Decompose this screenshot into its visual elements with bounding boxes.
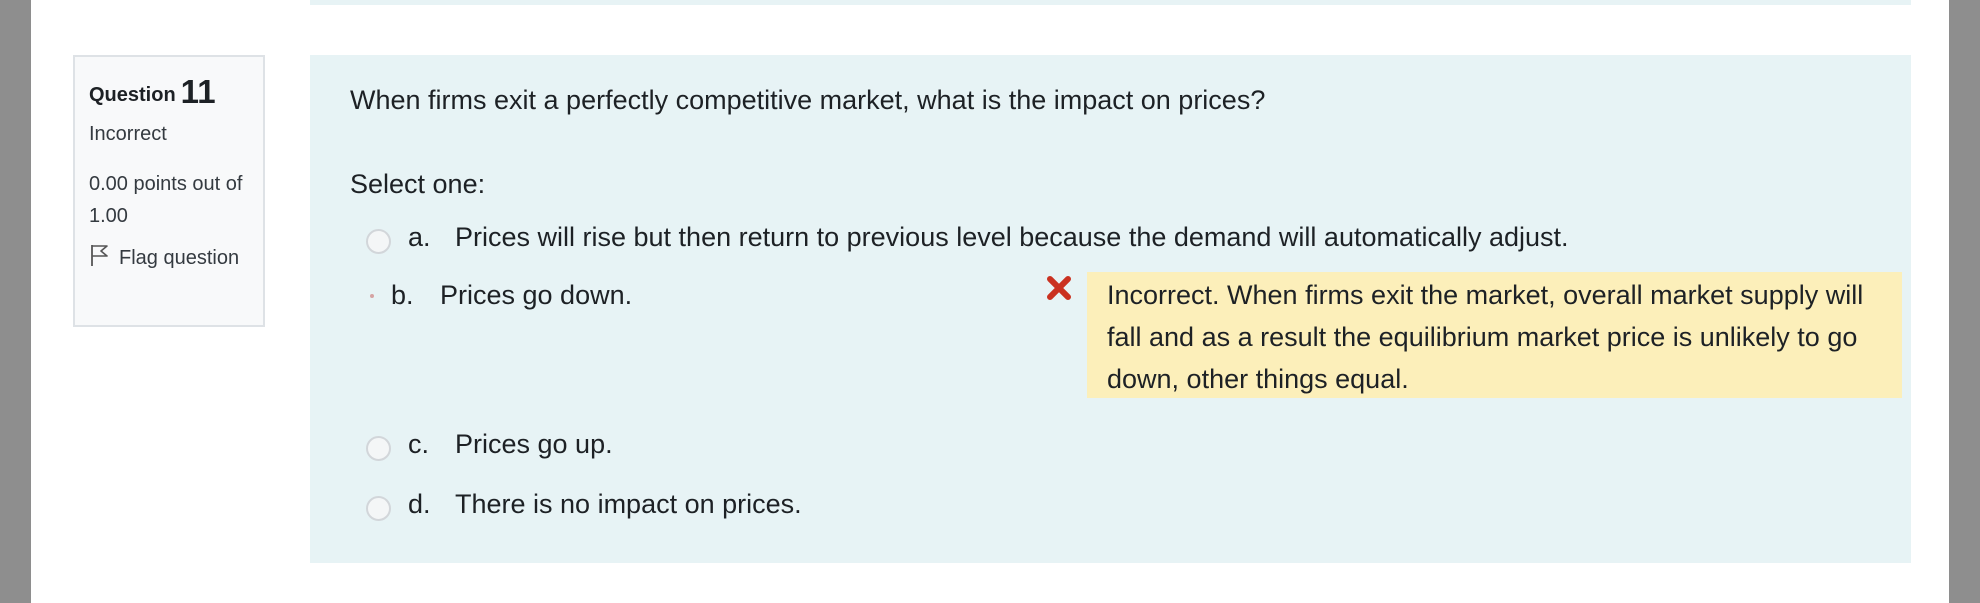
question-label: Question	[89, 84, 176, 106]
quiz-page: Question 11 Incorrect 0.00 points out of …	[31, 0, 1949, 603]
answer-a-letter: a.	[408, 222, 431, 252]
question-heading: Question 11	[89, 73, 249, 111]
question-info-panel: Question 11 Incorrect 0.00 points out of …	[73, 55, 265, 327]
answer-b-letter: b.	[391, 280, 414, 310]
question-number: 11	[180, 73, 216, 110]
answer-d-text: There is no impact on prices.	[455, 489, 802, 519]
previous-question-panel	[310, 0, 1911, 5]
answer-b-selected-indicator[interactable]	[370, 294, 374, 298]
question-text: When firms exit a perfectly competitive …	[350, 85, 1266, 115]
flag-question-label: Flag question	[119, 247, 240, 269]
answer-feedback: Incorrect. When firms exit the market, o…	[1087, 272, 1902, 398]
answer-c-radio[interactable]	[366, 436, 391, 461]
question-grade: 0.00 points out of 1.00	[89, 173, 243, 227]
flag-question-link[interactable]: Flag question	[89, 242, 249, 274]
answer-c-text: Prices go up.	[455, 429, 613, 459]
flag-icon	[89, 243, 111, 267]
answer-c-letter: c.	[408, 429, 430, 459]
question-state: Incorrect	[89, 123, 167, 145]
incorrect-x-icon	[1046, 275, 1072, 301]
answer-a-text: Prices will rise but then return to prev…	[455, 222, 1569, 252]
answer-d-letter: d.	[408, 489, 431, 519]
select-one-prompt: Select one:	[350, 169, 486, 199]
answer-d-radio[interactable]	[366, 496, 391, 521]
answer-b-text: Prices go down.	[440, 280, 633, 310]
question-content: When firms exit a perfectly competitive …	[310, 55, 1911, 563]
answer-a-radio[interactable]	[366, 229, 391, 254]
